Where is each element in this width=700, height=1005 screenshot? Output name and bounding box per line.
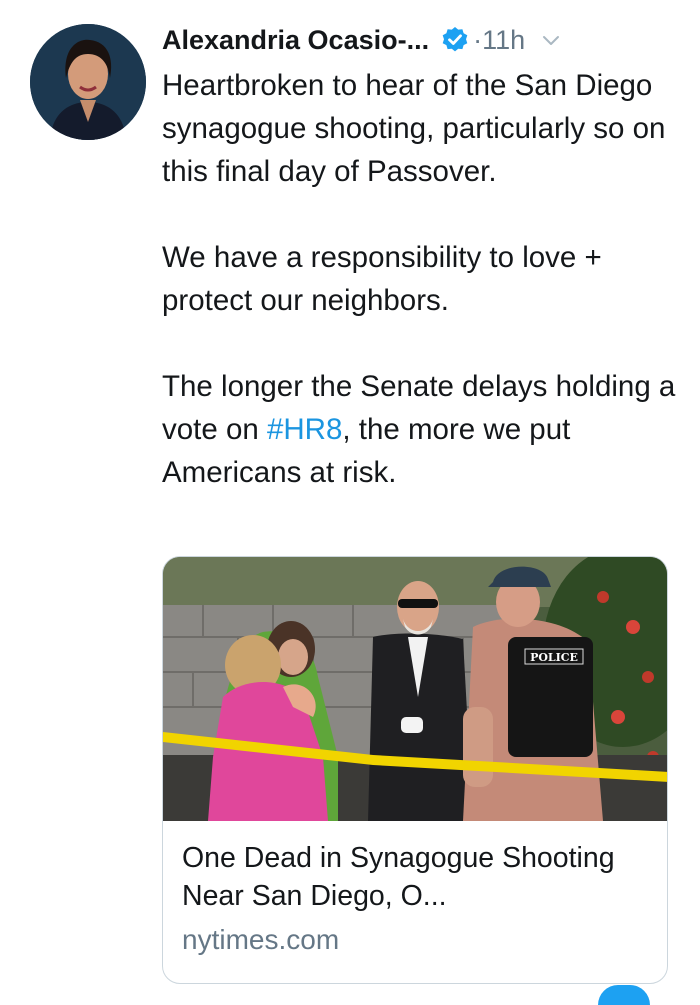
author-name[interactable]: Alexandria Ocasio-...	[162, 25, 429, 56]
avatar[interactable]	[30, 24, 146, 140]
chevron-down-icon[interactable]	[539, 28, 563, 52]
tweet-header: Alexandria Ocasio-... · 11h	[162, 20, 682, 60]
card-domain: nytimes.com	[182, 924, 340, 955]
verified-badge-icon	[441, 26, 469, 54]
avatar-image	[30, 24, 146, 140]
hashtag-link[interactable]: #HR8	[267, 413, 342, 446]
card-title: One Dead in Synagogue Shooting Near San …	[182, 842, 615, 912]
tweet-timestamp[interactable]: 11h	[482, 25, 525, 56]
link-preview-card[interactable]: POLICE One Dead in Synagogue Shooting Ne…	[162, 556, 668, 984]
compose-button-peek[interactable]	[598, 985, 650, 1005]
police-vest-label: POLICE	[530, 651, 578, 664]
meta-separator: ·	[473, 24, 483, 55]
card-image: POLICE	[163, 557, 667, 821]
tweet-paragraph: We have a responsibility to love + prote…	[162, 241, 602, 317]
tweet-paragraph: The longer the Senate delays holding a v…	[162, 365, 682, 494]
tweet-text: Heartbroken to hear of the San Diego syn…	[162, 64, 682, 537]
tweet-paragraph: Heartbroken to hear of the San Diego syn…	[162, 69, 666, 188]
